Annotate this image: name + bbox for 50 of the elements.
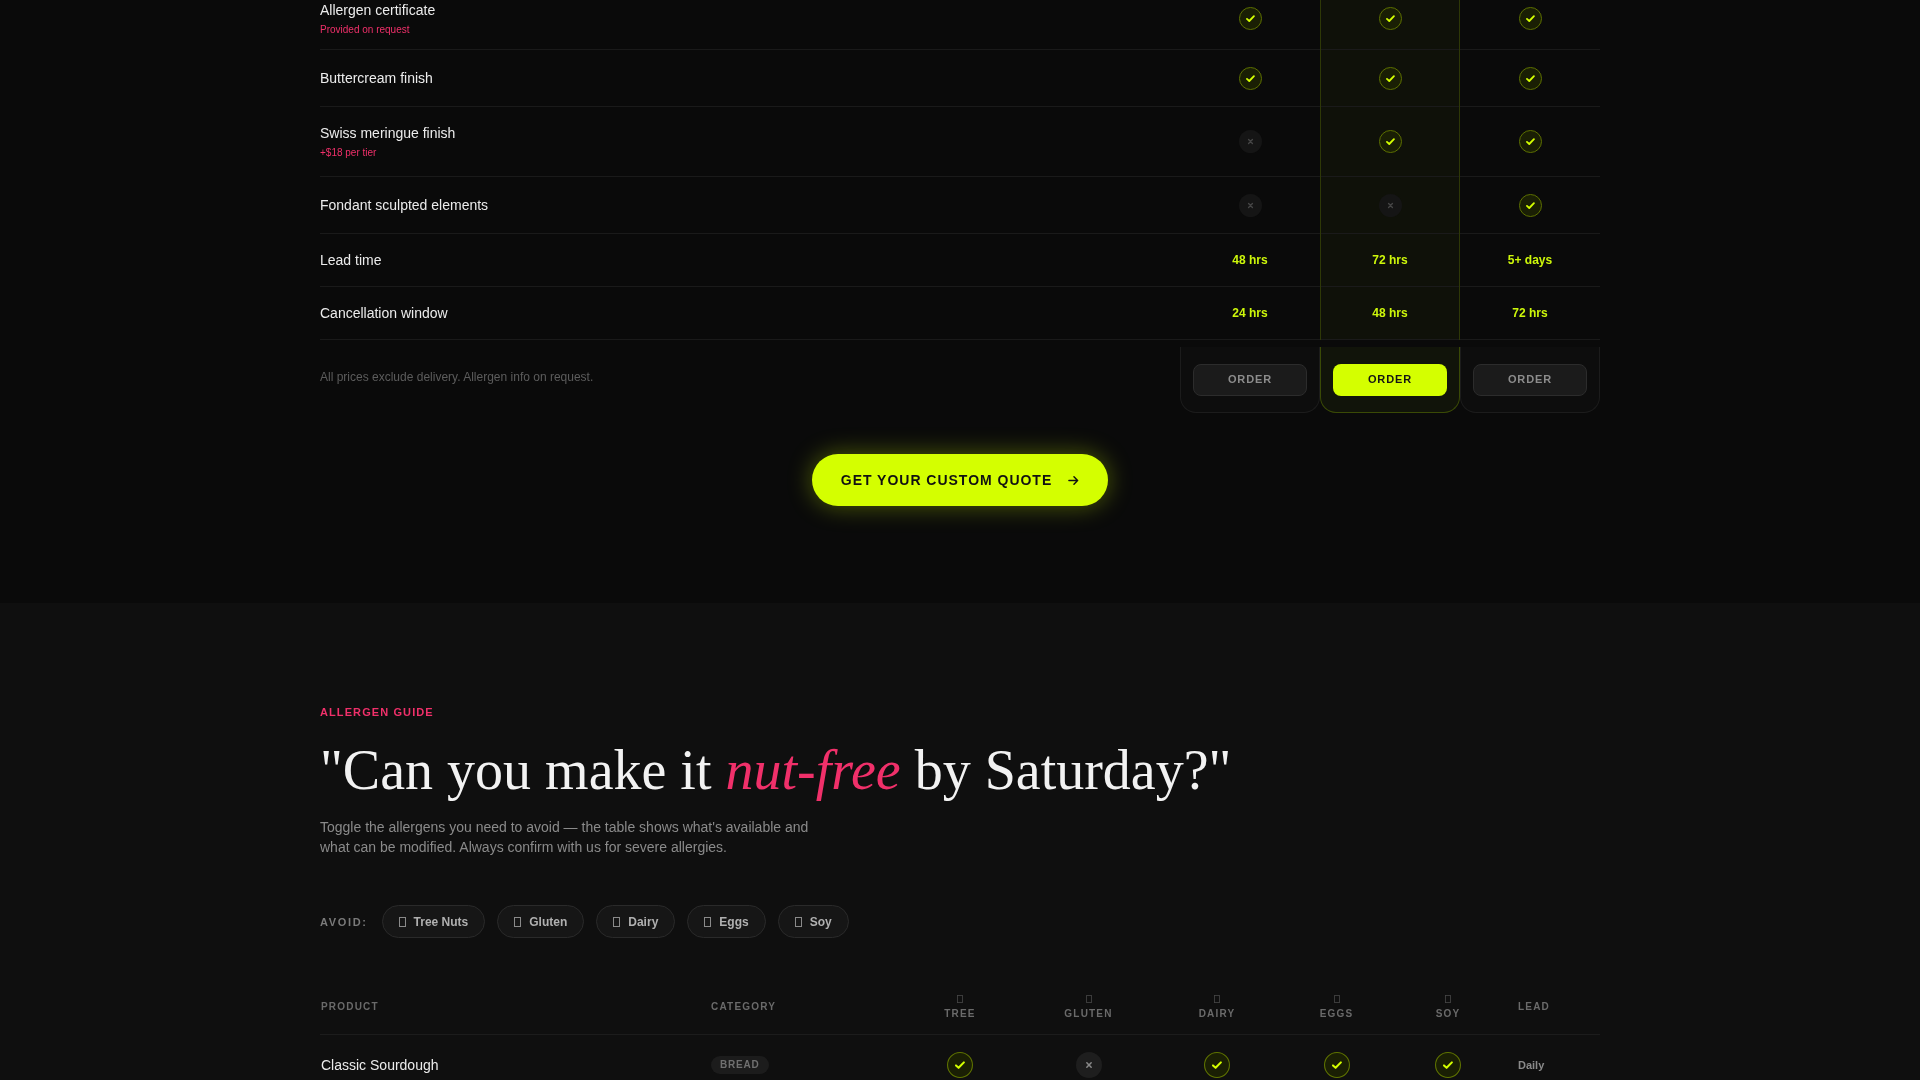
feature-label: Fondant sculpted elements — [320, 196, 489, 215]
empty-box-icon — [1445, 994, 1451, 1003]
feature-label: Cancellation window — [320, 304, 448, 323]
plan-value: 24 hrs — [1232, 305, 1268, 321]
empty-box-icon — [704, 916, 712, 927]
feature-label: Buttercream finish — [320, 69, 433, 88]
column-header: CATEGORY — [711, 1001, 777, 1013]
column-header: DAIRY — [1198, 1007, 1236, 1020]
column-header: TREE — [944, 1007, 976, 1020]
column-header: SOY — [1435, 1007, 1461, 1020]
plan-value: 72 hrs — [1512, 305, 1548, 321]
feature-note: Provided on request — [320, 23, 410, 37]
plan-value: 48 hrs — [1372, 305, 1408, 321]
empty-box-icon — [957, 994, 963, 1003]
allergen-toggle[interactable]: Eggs — [687, 905, 766, 938]
column-header: GLUTEN — [1064, 1007, 1113, 1020]
pricing-footnote: All prices exclude delivery. Allergen info on request. — [320, 370, 594, 384]
allergen-toggle[interactable]: Dairy — [596, 905, 676, 938]
empty-box-icon — [1214, 994, 1220, 1003]
feature-label: Lead time — [320, 251, 382, 270]
lead-time: Daily — [1518, 1058, 1545, 1072]
column-header: PRODUCT — [321, 1001, 379, 1013]
empty-box-icon — [1333, 994, 1340, 1003]
custom-quote-button[interactable]: GET YOUR CUSTOM QUOTE — [812, 454, 1108, 506]
plan-value: 48 hrs — [1232, 252, 1268, 268]
order-button[interactable]: ORDER — [1333, 363, 1447, 396]
column-header: EGGS — [1319, 1007, 1354, 1020]
product-name: Classic Sourdough — [321, 1056, 439, 1075]
order-button[interactable]: ORDER — [1473, 363, 1587, 396]
empty-box-icon — [794, 916, 802, 927]
feature-note: +$18 per tier — [320, 146, 377, 160]
allergen-toggle[interactable]: Soy — [777, 905, 849, 938]
feature-label: Allergen certificate — [320, 1, 436, 20]
plan-value: 5+ days — [1507, 252, 1553, 268]
allergen-toggle[interactable]: Tree Nuts — [381, 905, 486, 938]
plan-value: 72 hrs — [1372, 252, 1408, 268]
empty-box-icon — [398, 916, 406, 927]
allergen-toggle[interactable]: Gluten — [497, 905, 585, 938]
section-eyebrow: ALLERGEN GUIDE — [320, 705, 435, 719]
order-button[interactable]: ORDER — [1193, 363, 1307, 396]
feature-label: Swiss meringue finish — [320, 124, 456, 143]
category-tag: BREAD — [711, 1056, 769, 1074]
empty-box-icon — [514, 916, 522, 927]
arrow-right-icon — [1068, 474, 1080, 486]
empty-box-icon — [613, 916, 621, 927]
section-heading: "Can you make it nut-free by Saturday?" — [320, 738, 1233, 802]
empty-box-icon — [1085, 994, 1092, 1003]
section-description: Toggle the allergens you need to avoid — the table shows what's available and what can be modified. Always confirm with us for severe allergies. — [320, 818, 810, 857]
column-header: LEAD — [1518, 1001, 1551, 1013]
filter-label: AVOID: — [320, 914, 368, 929]
